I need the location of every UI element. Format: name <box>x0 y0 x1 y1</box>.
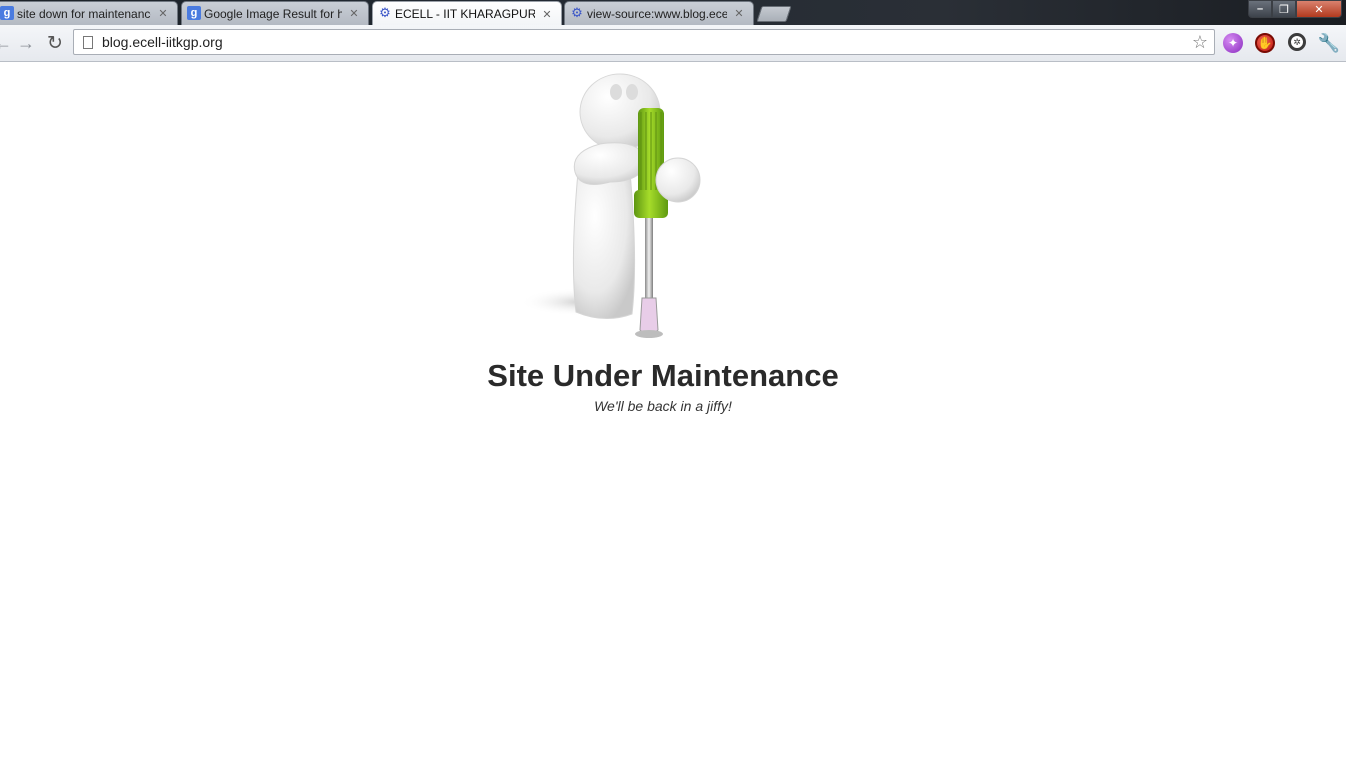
tab-label: view-source:www.blog.ece <box>587 6 727 21</box>
tab-label: Google Image Result for ht <box>204 6 342 21</box>
wheel-extension-icon[interactable]: ✲ <box>1288 33 1306 51</box>
tab-label: ECELL - IIT KHARAGPUR <box>395 7 535 21</box>
page-subtitle: We'll be back in a jiffy! <box>594 398 732 414</box>
tab-ecell[interactable]: ⚙ ECELL - IIT KHARAGPUR ✕ <box>372 1 562 26</box>
tab-view-source[interactable]: ⚙ view-source:www.blog.ece ✕ <box>564 1 754 25</box>
tab-site-down[interactable]: g site down for maintenance ✕ <box>0 1 178 25</box>
globe-extension-icon[interactable]: ✦ <box>1223 33 1243 53</box>
gear-icon: ⚙ <box>571 5 583 20</box>
tab-close-icon[interactable]: ✕ <box>157 7 169 20</box>
reload-button[interactable]: ↻ <box>44 32 66 54</box>
gear-icon: ⚙ <box>379 5 391 20</box>
google-g-icon: g <box>187 6 201 20</box>
wrench-menu-icon[interactable]: 🔧 <box>1318 33 1340 53</box>
new-tab-button[interactable] <box>756 6 792 22</box>
tab-close-icon[interactable]: ✕ <box>733 7 745 20</box>
back-button[interactable]: ← <box>0 32 14 54</box>
minimize-button[interactable]: – <box>1248 0 1272 18</box>
bookmark-star-icon[interactable]: ☆ <box>1188 32 1212 53</box>
tab-close-icon[interactable]: ✕ <box>541 8 553 21</box>
close-window-button[interactable]: ✕ <box>1296 0 1342 18</box>
browser-toolbar: ← → ↻ blog.ecell-iitkgp.org ☆ ✦ ✋ ✲ 🔧 <box>0 25 1346 62</box>
forward-button[interactable]: → <box>15 32 37 54</box>
stop-extension-icon[interactable]: ✋ <box>1255 33 1275 53</box>
address-bar[interactable]: blog.ecell-iitkgp.org ☆ <box>73 29 1215 55</box>
google-g-icon: g <box>0 6 14 20</box>
maintenance-figure-illustration <box>520 73 701 338</box>
address-text[interactable]: blog.ecell-iitkgp.org <box>102 34 1188 50</box>
page-content: Site Under Maintenance We'll be back in … <box>0 62 1346 768</box>
maximize-button[interactable]: ❐ <box>1272 0 1296 18</box>
page-icon <box>83 35 93 49</box>
tab-label: site down for maintenance <box>17 6 151 21</box>
browser-titlebar: g site down for maintenance ✕ g Google I… <box>0 0 1346 26</box>
window-controls: – ❐ ✕ <box>1248 0 1342 18</box>
page-title: Site Under Maintenance <box>487 358 839 393</box>
tab-close-icon[interactable]: ✕ <box>348 7 360 20</box>
tab-google-image-result[interactable]: g Google Image Result for ht ✕ <box>181 1 369 25</box>
